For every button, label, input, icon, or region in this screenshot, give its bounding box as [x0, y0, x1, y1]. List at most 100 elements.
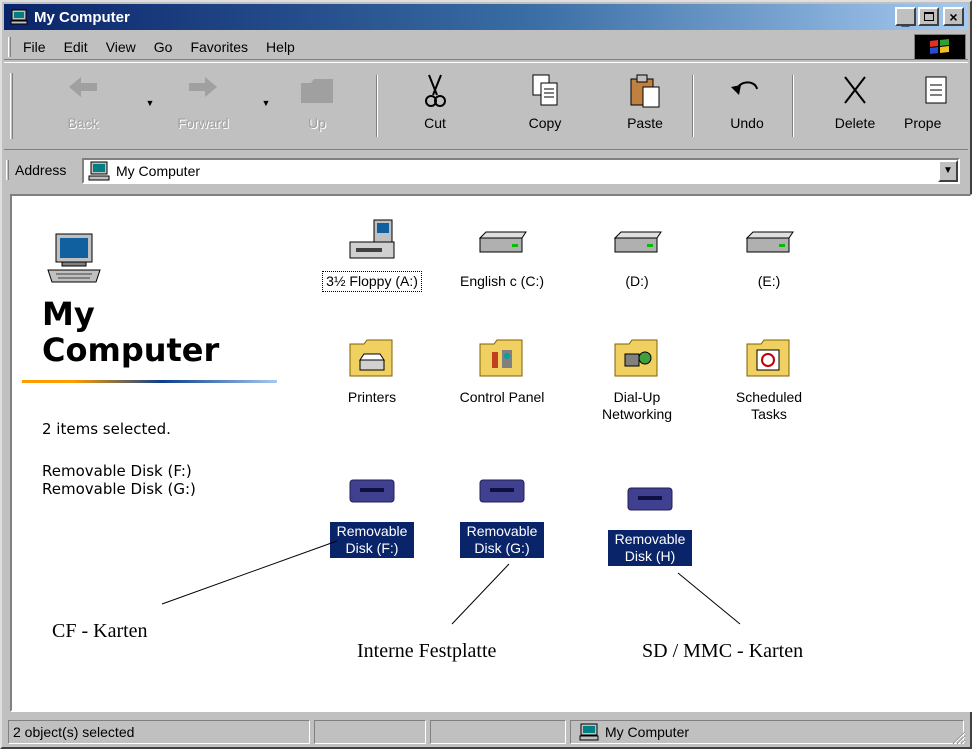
item-label: Removable Disk (G:) — [460, 522, 544, 558]
control-panel-folder-icon — [479, 339, 523, 377]
address-label: Address — [15, 162, 67, 178]
address-bar: Address My Computer ▼ — [4, 154, 968, 186]
item-label: 3½ Floppy (A:) — [322, 271, 422, 292]
callout-sd: SD / MMC - Karten — [642, 640, 804, 662]
copy-label: Copy — [528, 115, 562, 131]
close-button[interactable]: × — [943, 7, 964, 26]
forward-dropdown-icon[interactable]: ▼ — [260, 97, 272, 109]
title-bar[interactable]: My Computer _ × — [4, 4, 968, 30]
status-zone-text: My Computer — [605, 724, 690, 740]
my-computer-large-icon — [47, 233, 101, 283]
minimize-button[interactable]: _ — [895, 7, 916, 28]
item-label: (E:) — [757, 273, 781, 289]
chevron-down-icon: ▼ — [943, 165, 953, 176]
back-label: Back — [67, 115, 99, 131]
content-pane: My Computer 2 items selected. Removable … — [10, 194, 972, 712]
callout-line-sd — [677, 572, 741, 625]
selected-items-list: Removable Disk (F:) Removable Disk (G:) — [42, 462, 212, 498]
forward-arrow-icon — [189, 77, 217, 97]
toolbar: Back ▼ Forward ▼ Up Cut Copy Paste Undo … — [4, 62, 968, 150]
item-label: Removable Disk (F:) — [330, 522, 414, 558]
menu-favorites[interactable]: Favorites — [181, 39, 257, 55]
status-zone: My Computer — [570, 720, 964, 744]
my-computer-icon — [579, 723, 599, 741]
delete-x-icon — [844, 76, 866, 104]
hard-drive-icon — [478, 231, 527, 253]
delete-button[interactable]: Delete — [816, 73, 894, 143]
undo-label: Undo — [730, 115, 764, 131]
status-selection: 2 object(s) selected — [8, 720, 310, 744]
maximize-icon — [923, 12, 934, 21]
properties-icon — [925, 76, 947, 104]
properties-label: Prope — [904, 115, 942, 131]
status-text: 2 object(s) selected — [13, 724, 135, 740]
copy-icon — [532, 74, 558, 106]
cut-label: Cut — [424, 115, 446, 131]
removable-disk-f[interactable]: Removable Disk (F:) — [307, 468, 437, 558]
status-spacer — [430, 720, 566, 744]
properties-button[interactable]: Prope — [900, 73, 968, 143]
floppy-drive-a[interactable]: 3½ Floppy (A:) — [307, 218, 437, 292]
menu-view[interactable]: View — [97, 39, 145, 55]
removable-disk-icon — [627, 487, 673, 511]
menu-bar: File Edit View Go Favorites Help — [4, 34, 968, 60]
toolbar-grip[interactable] — [10, 73, 13, 139]
status-bar: 2 object(s) selected My Computer — [4, 718, 968, 747]
drive-c[interactable]: English c (C:) — [437, 218, 567, 291]
minimize-icon: _ — [901, 11, 910, 28]
removable-disk-g[interactable]: Removable Disk (G:) — [437, 468, 567, 558]
address-dropdown-button[interactable]: ▼ — [938, 160, 958, 182]
maximize-button[interactable] — [918, 7, 939, 26]
floppy-drive-icon — [349, 219, 395, 259]
selected-item: Removable Disk (G:) — [42, 480, 196, 498]
callout-internal: Interne Festplatte — [357, 640, 497, 662]
forward-label: Forward — [177, 115, 229, 131]
toolbar-separator — [376, 75, 378, 137]
item-label: Scheduled Tasks — [735, 389, 803, 422]
item-label: English c (C:) — [459, 273, 545, 289]
drive-d[interactable]: (D:) — [572, 218, 702, 291]
status-spacer — [314, 720, 426, 744]
page-title-line2: Computer — [42, 331, 220, 369]
drive-e[interactable]: (E:) — [704, 218, 834, 291]
back-button[interactable]: Back — [44, 73, 122, 143]
resize-grip-icon[interactable] — [950, 729, 966, 745]
menu-go[interactable]: Go — [145, 39, 182, 55]
my-computer-icon — [88, 161, 110, 181]
address-grip[interactable] — [6, 160, 9, 180]
control-panel-folder[interactable]: Control Panel — [437, 334, 567, 407]
menu-edit[interactable]: Edit — [55, 39, 97, 55]
removable-disk-icon — [479, 479, 525, 503]
undo-button[interactable]: Undo — [708, 73, 786, 143]
paste-icon — [630, 74, 660, 108]
title-divider — [22, 380, 277, 383]
my-computer-icon — [10, 9, 28, 25]
printers-folder-icon — [349, 339, 393, 377]
item-label: Dial-Up Networking — [601, 389, 673, 422]
dial-up-networking-folder[interactable]: Dial-Up Networking — [572, 334, 702, 424]
selected-item: Removable Disk (F:) — [42, 462, 192, 480]
up-button[interactable]: Up — [278, 73, 356, 143]
address-input[interactable]: My Computer ▼ — [82, 158, 960, 184]
printers-folder[interactable]: Printers — [307, 334, 437, 407]
up-label: Up — [308, 115, 326, 131]
back-dropdown-icon[interactable]: ▼ — [144, 97, 156, 109]
delete-label: Delete — [834, 115, 876, 131]
scheduled-tasks-folder[interactable]: Scheduled Tasks — [704, 334, 834, 424]
removable-disk-h[interactable]: Removable Disk (H) — [585, 476, 715, 566]
toolbar-separator — [692, 75, 694, 137]
copy-button[interactable]: Copy — [506, 73, 584, 143]
cut-button[interactable]: Cut — [396, 73, 474, 143]
page-title: My Computer — [42, 296, 219, 368]
toolbar-separator — [792, 75, 794, 137]
window-title: My Computer — [34, 8, 130, 26]
folder-up-icon — [301, 79, 333, 103]
menu-help[interactable]: Help — [257, 39, 304, 55]
hard-drive-icon — [613, 231, 662, 253]
paste-button[interactable]: Paste — [606, 73, 684, 143]
menu-file[interactable]: File — [11, 39, 55, 55]
item-label: Printers — [347, 389, 397, 405]
forward-button[interactable]: Forward — [164, 73, 242, 143]
hard-drive-icon — [745, 231, 794, 253]
item-label: Removable Disk (H) — [608, 530, 692, 566]
